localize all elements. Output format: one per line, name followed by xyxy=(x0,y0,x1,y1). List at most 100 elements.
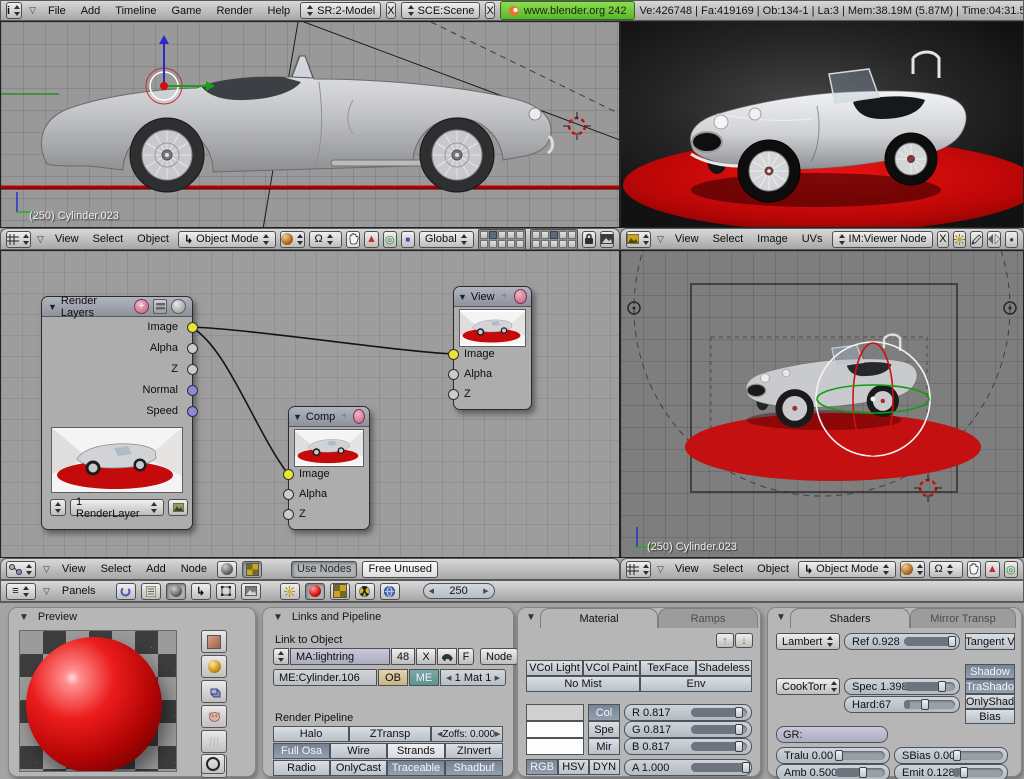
slider-sbias[interactable]: SBias 0.00 xyxy=(894,747,1008,764)
trashado-toggle[interactable]: TraShado xyxy=(965,679,1015,694)
editor-type-button[interactable] xyxy=(626,231,651,248)
pivot-selector[interactable]: Ω xyxy=(929,561,963,578)
scene-delete-button[interactable]: X xyxy=(485,2,494,19)
node-comp[interactable]: ▼ Comp + Image Alpha Z xyxy=(288,406,370,530)
shadow-toggle[interactable]: Shadow xyxy=(965,664,1015,679)
screen-selector[interactable]: SR:2-Model xyxy=(300,2,381,19)
tab-material[interactable]: Material xyxy=(540,608,658,628)
free-unused-button[interactable]: Free Unused xyxy=(362,561,438,578)
menu-render[interactable]: Render xyxy=(211,5,257,17)
output-socket-normal[interactable] xyxy=(187,385,198,396)
node-sphere-icon[interactable] xyxy=(171,299,186,314)
vcol-paint-toggle[interactable]: VCol Paint xyxy=(583,660,640,676)
manipulator-rotate-toggle[interactable]: ◎ xyxy=(1004,561,1018,578)
menu-game[interactable]: Game xyxy=(166,5,206,17)
composite-nodes-toggle[interactable] xyxy=(242,561,262,578)
input-socket-image[interactable] xyxy=(448,349,459,360)
menu-view[interactable]: View xyxy=(670,233,704,245)
col-button[interactable]: Col xyxy=(588,704,620,721)
output-socket-image[interactable] xyxy=(187,322,198,333)
slider-hard[interactable]: Hard:67 xyxy=(844,696,960,713)
menu-view[interactable]: View xyxy=(670,563,704,575)
full-osa-toggle[interactable]: Full Osa xyxy=(273,743,330,759)
editor-type-button[interactable] xyxy=(6,561,36,578)
slider-g[interactable]: G 0.817 xyxy=(624,721,752,738)
layer-buttons-group-1[interactable] xyxy=(478,229,526,250)
menu-view[interactable]: View xyxy=(57,563,91,575)
mode-selector[interactable]: ↳Object Mode xyxy=(798,561,896,578)
onlyshad-toggle[interactable]: OnlyShad xyxy=(965,694,1015,709)
halo-toggle[interactable]: Halo xyxy=(273,726,349,742)
viewport-render-result[interactable] xyxy=(620,21,1024,228)
image-datablock-selector[interactable]: IM:Viewer Node xyxy=(832,231,933,248)
mesh-name-field[interactable]: ME:Cylinder.106 xyxy=(273,669,377,686)
menu-select[interactable]: Select xyxy=(96,563,137,575)
draw-type-selector[interactable] xyxy=(900,561,925,578)
lock-layers-button[interactable] xyxy=(582,231,596,248)
menu-add[interactable]: Add xyxy=(76,5,106,17)
copy-material-button[interactable]: ↑ xyxy=(716,633,734,648)
image-paint-button[interactable] xyxy=(970,231,983,248)
viewport-3d-camera[interactable]: (250) Cylinder.023 xyxy=(620,250,1024,558)
input-socket-z[interactable] xyxy=(283,509,294,520)
editor-type-button[interactable]: ≡ xyxy=(6,583,36,600)
material-nodes-toggle[interactable] xyxy=(217,561,237,578)
input-socket-image[interactable] xyxy=(283,469,294,480)
pivot-selector[interactable]: Ω xyxy=(309,231,343,248)
material-autoname-button[interactable] xyxy=(437,648,457,665)
node-header[interactable]: ▼ Render Layers + xyxy=(42,297,192,317)
material-name-field[interactable]: MA:lightring xyxy=(290,648,390,665)
node-toggle-button[interactable]: Node xyxy=(480,648,518,665)
menu-object[interactable]: Object xyxy=(752,563,794,575)
panel-collapse-icon[interactable]: ▼ xyxy=(273,612,283,623)
shadbuf-toggle[interactable]: Shadbuf xyxy=(445,760,503,776)
shadeless-toggle[interactable]: Shadeless xyxy=(696,660,752,676)
material-unlink-button[interactable]: X xyxy=(416,648,436,665)
screen-delete-button[interactable]: X xyxy=(386,2,395,19)
menu-select[interactable]: Select xyxy=(708,563,749,575)
frame-decrement-icon[interactable]: ◀ xyxy=(429,587,434,595)
menu-image[interactable]: Image xyxy=(752,233,793,245)
color-swatch-mirror[interactable] xyxy=(526,738,584,755)
node-collapse-icon[interactable]: ▼ xyxy=(293,412,302,422)
tab-shaders[interactable]: Shaders xyxy=(790,608,910,628)
manipulator-translate-toggle[interactable]: ▲ xyxy=(364,231,378,248)
preview-cube-button[interactable] xyxy=(201,680,227,703)
spe-button[interactable]: Spe xyxy=(588,721,620,738)
rgb-button[interactable]: RGB xyxy=(526,759,558,775)
bias-toggle[interactable]: Bias xyxy=(965,709,1015,724)
render-this-window-button[interactable] xyxy=(600,231,614,248)
input-socket-alpha[interactable] xyxy=(283,489,294,500)
menu-help[interactable]: Help xyxy=(263,5,296,17)
manipulator-hand-toggle[interactable] xyxy=(346,231,360,248)
header-collapse-icon[interactable]: ▽ xyxy=(35,234,46,245)
tab-mirror-transp[interactable]: Mirror Transp xyxy=(910,608,1016,628)
image-zoom-buttons[interactable] xyxy=(987,231,1001,248)
image-unlink-button[interactable]: X xyxy=(937,231,950,248)
node-collapse-icon[interactable]: ▼ xyxy=(458,292,467,302)
lamp-buttons-button[interactable] xyxy=(280,583,300,600)
image-pin-button[interactable]: ● xyxy=(1005,231,1018,248)
slider-ref[interactable]: Ref 0.928 xyxy=(844,633,960,650)
render-layer-image-button[interactable] xyxy=(168,499,188,516)
scene-selector[interactable]: SCE:Scene xyxy=(401,2,481,19)
radiosity-buttons-button[interactable] xyxy=(355,583,375,600)
radio-toggle[interactable]: Radio xyxy=(273,760,330,776)
vcol-light-toggle[interactable]: VCol Light xyxy=(526,660,583,676)
panel-collapse-icon[interactable]: ▼ xyxy=(19,612,29,623)
render-layer-selector[interactable]: 1 RenderLayer xyxy=(50,499,188,516)
diffuse-shader-selector[interactable]: Lambert xyxy=(776,633,840,650)
manipulator-scale-toggle[interactable]: ■ xyxy=(401,231,415,248)
env-toggle[interactable]: Env xyxy=(640,676,752,692)
mir-button[interactable]: Mir xyxy=(588,738,620,755)
color-swatch-specular[interactable] xyxy=(526,721,584,738)
node-sphere-icon[interactable] xyxy=(353,409,365,424)
menu-view[interactable]: View xyxy=(50,233,84,245)
slider-b[interactable]: B 0.817 xyxy=(624,738,752,755)
menu-timeline[interactable]: Timeline xyxy=(110,5,161,17)
strands-toggle[interactable]: Strands xyxy=(387,743,445,759)
mode-selector[interactable]: ↳Object Mode xyxy=(178,231,276,248)
zoffs-increment-icon[interactable]: ▶ xyxy=(495,730,500,738)
image-properties-button[interactable] xyxy=(953,231,966,248)
node-editor[interactable]: ▼ Render Layers + Image Alpha Z Normal S… xyxy=(0,250,620,558)
